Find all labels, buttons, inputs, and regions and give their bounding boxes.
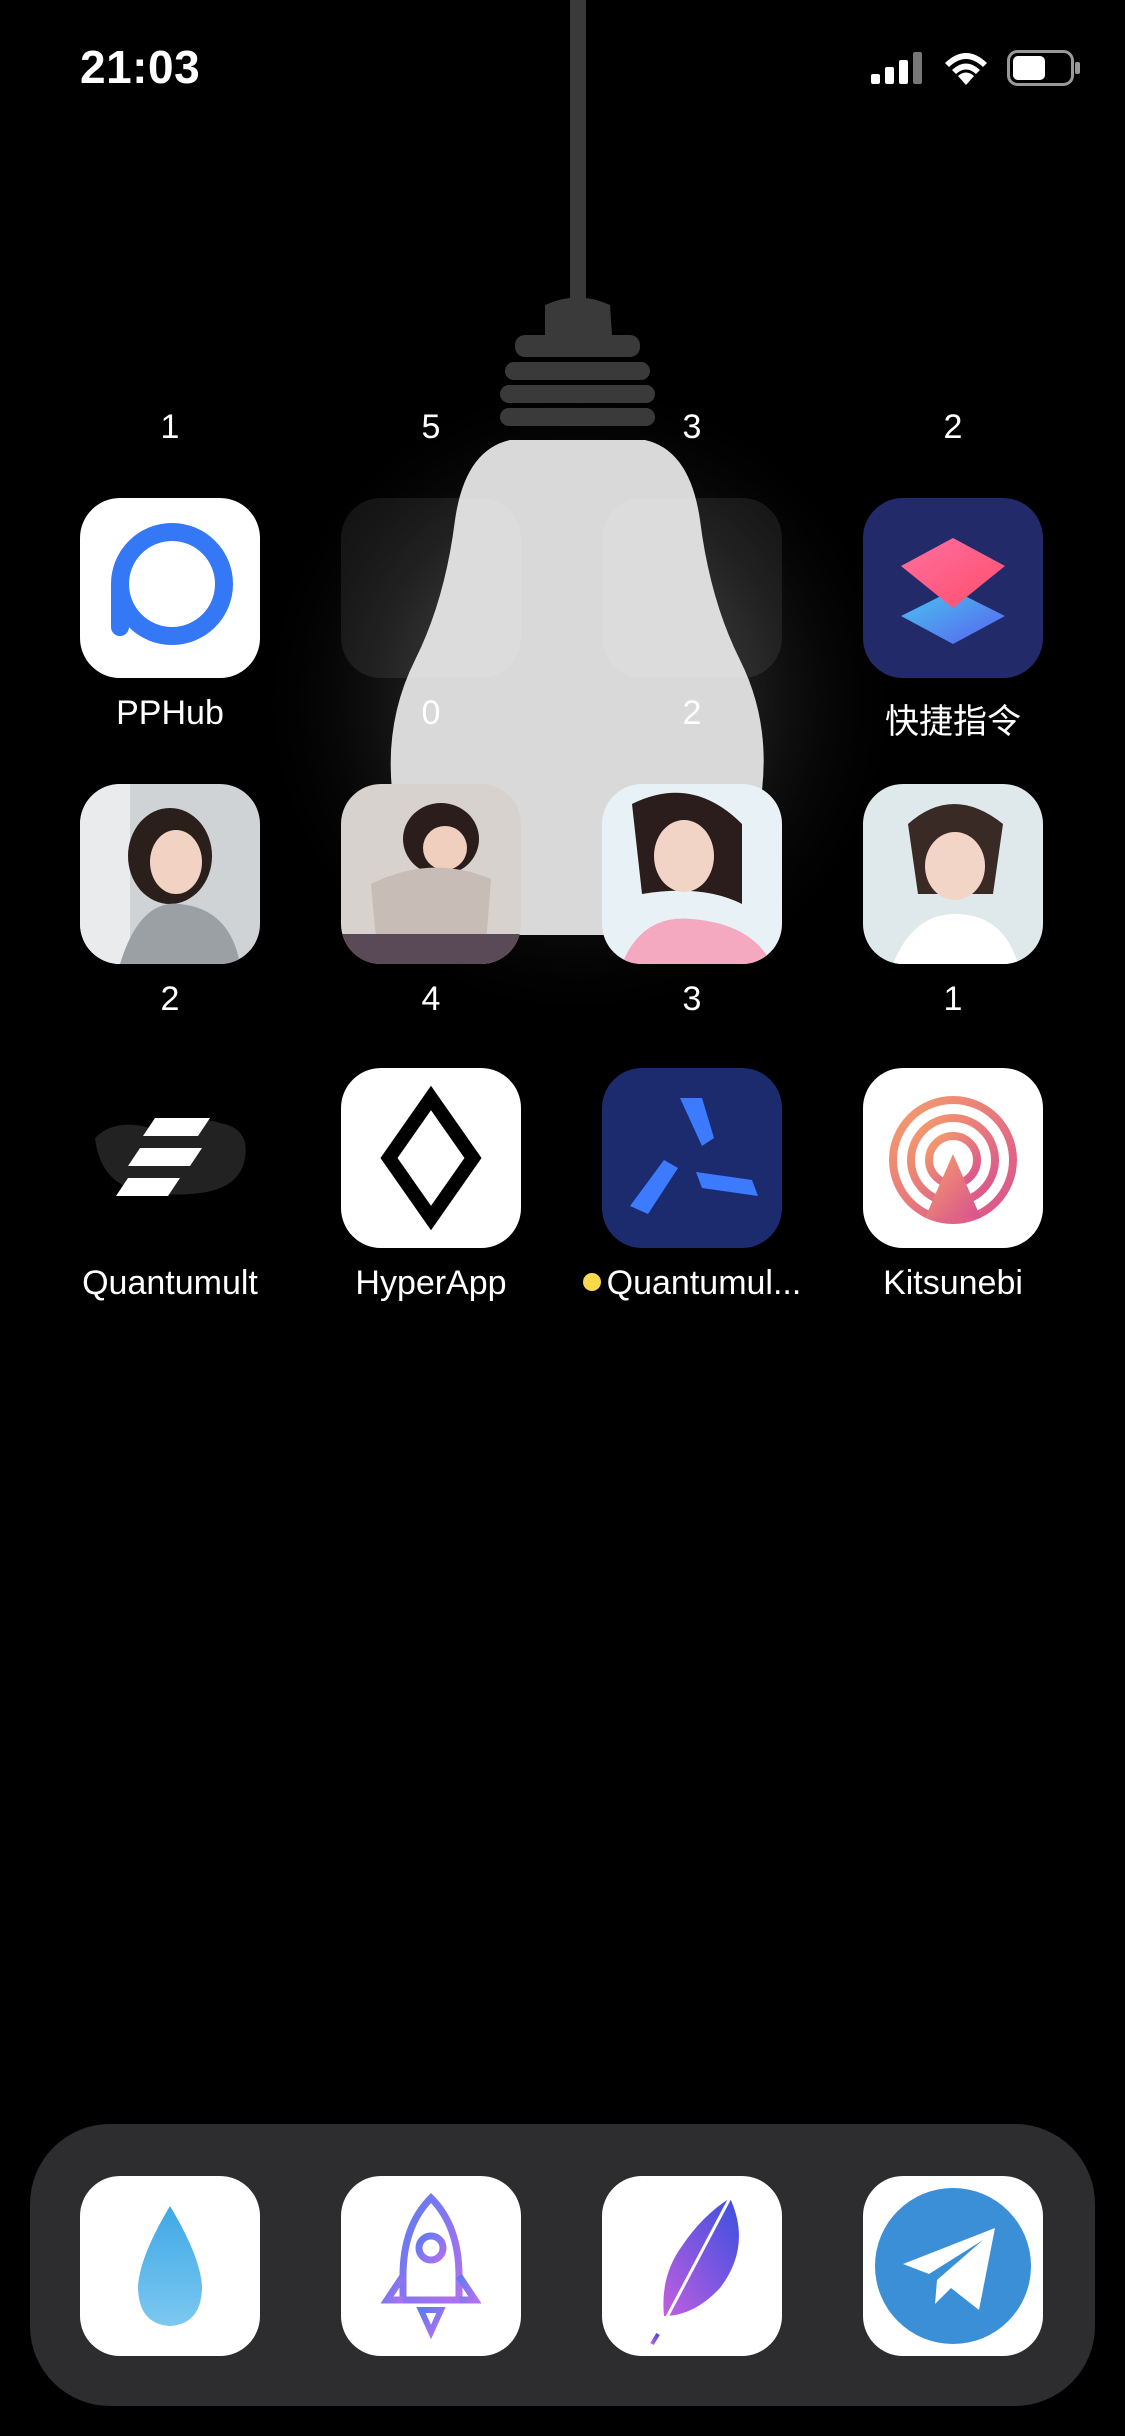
cellular-signal-icon <box>871 52 922 84</box>
dock-app-rocket[interactable] <box>341 2176 521 2356</box>
app-label-quantumult-x-text: Quantumul... <box>606 1264 802 1302</box>
wifi-icon <box>945 53 987 85</box>
badge-number: 3 <box>682 980 702 1018</box>
app-quantumult[interactable] <box>80 1068 260 1248</box>
kitsunebi-icon <box>889 1096 1017 1224</box>
hyperapp-diamond-icon <box>380 1085 482 1231</box>
app-shortcuts[interactable] <box>863 498 1043 678</box>
status-time: 21:03 <box>80 41 201 93</box>
pphub-icon <box>111 523 233 645</box>
app-hyperapp[interactable] <box>341 1068 521 1248</box>
badge-number: 1 <box>160 408 180 446</box>
photo-girl-3 <box>602 784 782 964</box>
badge-number: 5 <box>421 408 441 446</box>
app-quantumult-x[interactable] <box>602 1068 782 1248</box>
app-photo-1[interactable] <box>80 784 260 964</box>
app-label-hyperapp: HyperApp <box>355 1264 507 1302</box>
photo-girl-1 <box>80 784 260 964</box>
app-photo-4[interactable] <box>863 784 1043 964</box>
app-label-quantumult: Quantumult <box>82 1264 258 1302</box>
badge-number: 1 <box>943 980 963 1018</box>
badge-number: 2 <box>160 980 180 1018</box>
app-label-kitsunebi: Kitsunebi <box>883 1264 1023 1302</box>
badge-number: 0 <box>421 694 441 732</box>
photo-girl-2 <box>341 784 521 964</box>
app-photo-2[interactable] <box>341 784 521 964</box>
water-drop-icon <box>138 2206 202 2326</box>
app-kitsunebi[interactable] <box>863 1068 1043 1248</box>
dock-app-feather[interactable] <box>602 2176 782 2356</box>
quantumult-x-icon <box>630 1098 758 1214</box>
status-icons <box>871 48 1081 88</box>
feather-icon <box>650 2197 739 2346</box>
shortcuts-icon <box>901 538 1005 644</box>
quantumult-icon <box>95 1118 246 1196</box>
app-label-shortcuts: 快捷指令 <box>885 703 1021 741</box>
app-photo-3[interactable] <box>602 784 782 964</box>
badge-number: 2 <box>943 408 963 446</box>
dock-app-drop[interactable] <box>80 2176 260 2356</box>
badge-number: 2 <box>682 694 702 732</box>
app-label-quantumult-x: Quantumul... <box>572 1264 812 1303</box>
app-label-pphub: PPHub <box>116 694 224 732</box>
dock-app-telegram[interactable] <box>863 2176 1043 2356</box>
badge-number: 3 <box>682 408 702 446</box>
app-pphub[interactable] <box>80 498 260 678</box>
blank-widget[interactable] <box>602 498 782 678</box>
telegram-icon <box>875 2188 1031 2344</box>
blank-widget[interactable] <box>341 498 521 678</box>
badge-number: 4 <box>421 980 441 1018</box>
update-dot <box>582 1273 601 1292</box>
battery-icon <box>1007 50 1080 86</box>
rocket-icon <box>380 2193 482 2340</box>
home-screen: 21:03 1 5 3 2 PPHub 快捷指令 0 2 2 4 3 1 Qua… <box>0 0 1125 2436</box>
photo-girl-4 <box>863 784 1043 964</box>
